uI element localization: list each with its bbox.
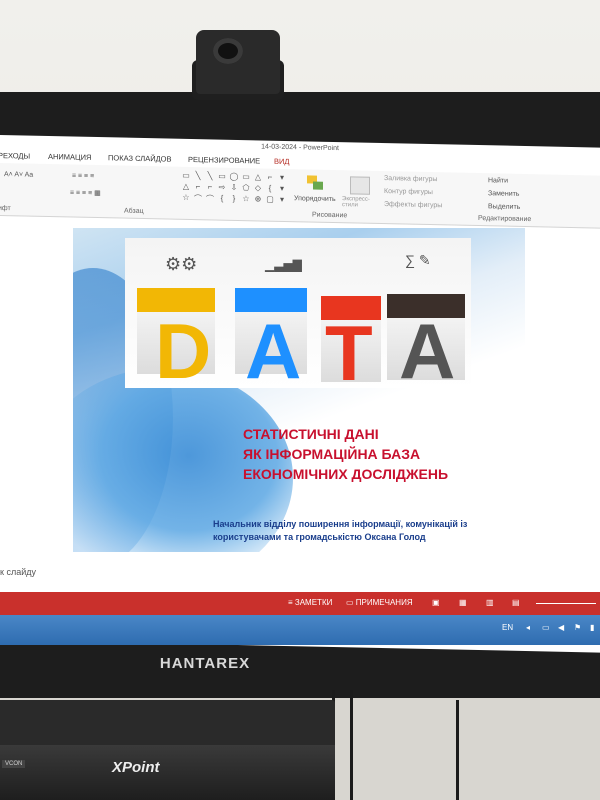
- tab-transitions[interactable]: РЕХОДЫ: [0, 151, 30, 161]
- tab-view[interactable]: ВИД: [274, 157, 289, 166]
- line-icon: ⌐: [207, 182, 213, 192]
- more-icon: ▾: [279, 172, 284, 182]
- gear-icon: ⚙⚙: [165, 254, 198, 274]
- replace-button[interactable]: Заменить: [488, 190, 519, 198]
- slide-title-line: СТАТИСТИЧНІ ДАНІ: [243, 426, 379, 442]
- shape-outline-button[interactable]: Контур фигуры: [384, 188, 433, 196]
- volume-icon[interactable]: ◀: [558, 623, 564, 632]
- tab-slideshow[interactable]: ПОКАЗ СЛАЙДОВ: [108, 153, 172, 163]
- slideshow-icon[interactable]: ▤: [512, 598, 520, 607]
- quick-styles-icon[interactable]: [350, 176, 370, 195]
- group-font-label: ифт: [0, 204, 11, 213]
- tray-icon[interactable]: ▮: [590, 623, 594, 632]
- notes-placeholder[interactable]: к слайду: [0, 567, 36, 577]
- find-button[interactable]: Найти: [488, 177, 508, 184]
- line-icon: ⌐: [195, 182, 201, 192]
- slide-sorter-icon[interactable]: ▦: [459, 598, 467, 607]
- line-icon: ╲: [207, 171, 213, 181]
- letter-a: A: [245, 307, 302, 388]
- more-icon: ▾: [279, 183, 284, 193]
- letter-d: D: [155, 307, 212, 388]
- tab-review[interactable]: РЕЦЕНЗИРОВАНИЕ: [188, 155, 260, 166]
- rect-icon: ▭: [182, 170, 190, 180]
- arrange-button[interactable]: Упорядочить: [294, 195, 336, 203]
- star-icon: ☆: [242, 194, 250, 204]
- star-icon: ☆: [182, 192, 190, 202]
- webcam-lens: [213, 38, 243, 64]
- shape-effects-button[interactable]: Эффекты фигуры: [384, 201, 442, 209]
- cable: [350, 690, 353, 800]
- ribbon: A˄ A˅ Aa ≡ ≡ ≡ ≡ ≡ ≡ ≡ ≡ ▦ ▭ ╲ ╲ ▭ ◯ ▭ △ ⌐ ▾ △ ⌐ ⌐…: [0, 163, 600, 229]
- slide-title-line: ЯК ІНФОРМАЦІЙНА БАЗА: [243, 446, 421, 462]
- formula-sketch-icon: ∑ ✎: [405, 252, 431, 268]
- shape-icon: ▢: [266, 194, 274, 204]
- line-icon: ╲: [195, 171, 201, 181]
- shape-icon: ⌒: [194, 194, 202, 204]
- group-drawing-label: Рисование: [312, 211, 348, 220]
- tab-animation[interactable]: АНИМАЦИЯ: [48, 152, 91, 162]
- kvm-switch-front: [0, 745, 335, 800]
- zoom-slider[interactable]: [536, 603, 596, 604]
- kvm-tag: VCON: [2, 760, 26, 768]
- brace-icon: {: [220, 193, 224, 203]
- rect-icon: ▭: [242, 172, 250, 182]
- shapes-gallery[interactable]: ▭ ╲ ╲ ▭ ◯ ▭ △ ⌐ ▾ △ ⌐ ⌐ ⇨ ⇩ ⬠ ◇{▾ ☆ ⌒ ⌒{} ☆ ⊕ ▢ ▾: [180, 171, 290, 209]
- comments-button[interactable]: ▭ ПРИМЕЧАНИЯ: [346, 598, 413, 607]
- letter-t: T: [325, 309, 373, 388]
- rect-icon: ▭: [218, 171, 226, 181]
- status-bar: ≡ ЗАМЕТКИ ▭ ПРИМЕЧАНИЯ ▣ ▦ ▥ ▤: [0, 592, 600, 615]
- shape-icon: ⬠: [242, 183, 250, 193]
- triangle-icon: △: [182, 181, 190, 191]
- line-icon: ⌐: [267, 172, 273, 182]
- shape-icon: ◇: [254, 183, 262, 193]
- brace-icon: }: [232, 193, 236, 203]
- notes-label: ЗАМЕТКИ: [294, 598, 333, 607]
- cable: [456, 700, 459, 800]
- ellipse-icon: ◯: [229, 171, 239, 181]
- slide-canvas[interactable]: ⚙⚙ ▁▃▅▇ ∑ ✎ D A T A СТАТИСТИЧНІ ДАНІ ЯК …: [73, 228, 525, 552]
- data-cubes-image: ⚙⚙ ▁▃▅▇ ∑ ✎ D A T A: [125, 238, 471, 388]
- slide-subtitle[interactable]: Начальник відділу поширення інформації, …: [213, 518, 513, 544]
- quick-styles-button[interactable]: Экспресс-стили: [342, 196, 382, 209]
- letter-a: A: [399, 307, 456, 388]
- slide-title[interactable]: СТАТИСТИЧНІ ДАНІ ЯК ІНФОРМАЦІЙНА БАЗА ЕК…: [243, 424, 523, 484]
- flag-icon[interactable]: ⚑: [574, 623, 581, 632]
- tray-arrow-icon[interactable]: ◂: [526, 623, 530, 632]
- chart-sketch-icon: ▁▃▅▇: [265, 258, 302, 272]
- webcam: [196, 30, 280, 94]
- arrow-icon: ⇩: [230, 182, 238, 192]
- shape-icon: ⌒: [206, 194, 214, 204]
- group-paragraph-label: Абзац: [124, 207, 144, 216]
- more-icon: ▾: [279, 194, 284, 204]
- shape-fill-button[interactable]: Заливка фигуры: [384, 175, 437, 183]
- kvm-brand-logo: XPoint: [112, 759, 160, 776]
- triangle-icon: △: [254, 172, 262, 182]
- notes-button[interactable]: ≡ ЗАМЕТКИ: [288, 598, 332, 607]
- slide-title-line: ЕКОНОМІЧНИХ ДОСЛІДЖЕНЬ: [243, 466, 449, 482]
- language-indicator[interactable]: EN: [502, 623, 513, 632]
- windows-taskbar: EN ◂ ▭ ◀ ⚑ ▮: [0, 615, 600, 645]
- normal-view-icon[interactable]: ▣: [432, 598, 440, 607]
- monitor-brand-logo: HANTAREX: [159, 655, 251, 672]
- reading-view-icon[interactable]: ▥: [486, 598, 494, 607]
- brace-icon: {: [268, 183, 272, 193]
- shape-icon: ⊕: [254, 194, 262, 204]
- arrange-icon[interactable]: [307, 175, 325, 191]
- comments-label: ПРИМЕЧАНИЯ: [355, 598, 413, 607]
- select-button[interactable]: Выделить: [488, 203, 520, 211]
- align-controls[interactable]: ≡ ≡ ≡ ≡ ▦: [70, 188, 101, 197]
- network-icon[interactable]: ▭: [542, 623, 550, 632]
- arrow-icon: ⇨: [218, 182, 226, 192]
- list-controls[interactable]: ≡ ≡ ≡ ≡: [72, 173, 94, 180]
- group-editing-label: Редактирование: [478, 215, 532, 224]
- font-size-controls[interactable]: A˄ A˅ Aa: [4, 171, 33, 179]
